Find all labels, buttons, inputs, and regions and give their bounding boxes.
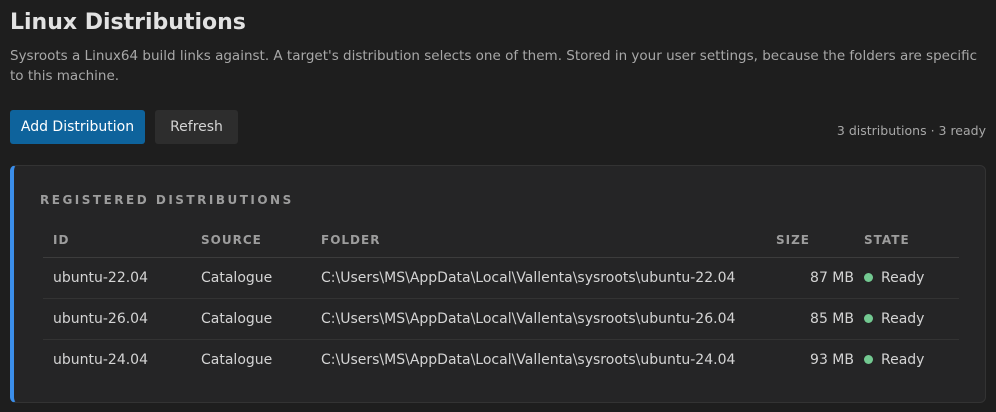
cell-size: 93 MB <box>810 352 854 368</box>
cell-source: Catalogue <box>201 352 273 368</box>
linux-distributions-page: Linux Distributions Sysroots a Linux64 b… <box>0 0 996 412</box>
cell-size: 87 MB <box>766 257 854 299</box>
registered-distributions-panel: REGISTERED DISTRIBUTIONS ID SOURCE FOLDE… <box>10 165 986 403</box>
cell-state: Ready <box>854 298 959 340</box>
distributions-table: ID SOURCE FOLDER SIZE STATE ubuntu-22.04… <box>43 223 959 380</box>
table-row[interactable]: ubuntu-26.04 Catalogue C:\Users\MS\AppDa… <box>43 298 959 340</box>
cell-state: Ready <box>854 257 959 299</box>
cell-folder: C:\Users\MS\AppData\Local\Vallenta\sysro… <box>311 257 766 299</box>
cell-source: Catalogue <box>191 298 311 340</box>
state-label: Ready <box>881 269 925 286</box>
status-dot-icon <box>864 314 873 324</box>
cell-folder: C:\Users\MS\AppData\Local\Vallenta\sysro… <box>321 352 736 368</box>
page-title: Linux Distributions <box>10 10 246 35</box>
section-label: REGISTERED DISTRIBUTIONS <box>40 193 294 207</box>
table-row[interactable]: ubuntu-22.04 Catalogue C:\Users\MS\AppDa… <box>43 257 959 299</box>
page-description: Sysroots a Linux64 build links against. … <box>10 48 978 84</box>
table-row[interactable]: ubuntu-24.04 Catalogue C:\Users\MS\AppDa… <box>43 340 959 381</box>
cell-source: Catalogue <box>191 257 311 299</box>
state-label: Ready <box>881 351 925 368</box>
status-dot-icon <box>864 355 873 365</box>
refresh-button[interactable]: Refresh <box>155 110 238 144</box>
status-dot-icon <box>864 273 873 283</box>
column-header-size[interactable]: SIZE <box>766 223 854 258</box>
cell-state: Ready <box>854 340 959 381</box>
distribution-summary: 3 distributions · 3 ready <box>836 123 986 138</box>
table-header-row: ID SOURCE FOLDER SIZE STATE <box>43 223 959 258</box>
add-distribution-button[interactable]: Add Distribution <box>10 110 145 144</box>
column-header-source[interactable]: SOURCE <box>191 223 311 258</box>
cell-id: ubuntu-26.04 <box>43 298 191 340</box>
cell-id: ubuntu-24.04 <box>53 352 148 368</box>
cell-size: 85 MB <box>766 298 854 340</box>
state-label: Ready <box>881 310 925 327</box>
cell-id: ubuntu-22.04 <box>43 257 191 299</box>
column-header-folder[interactable]: FOLDER <box>311 223 766 258</box>
column-header-id[interactable]: ID <box>43 223 191 258</box>
column-header-state[interactable]: STATE <box>854 223 959 258</box>
cell-folder: C:\Users\MS\AppData\Local\Vallenta\sysro… <box>311 298 766 340</box>
